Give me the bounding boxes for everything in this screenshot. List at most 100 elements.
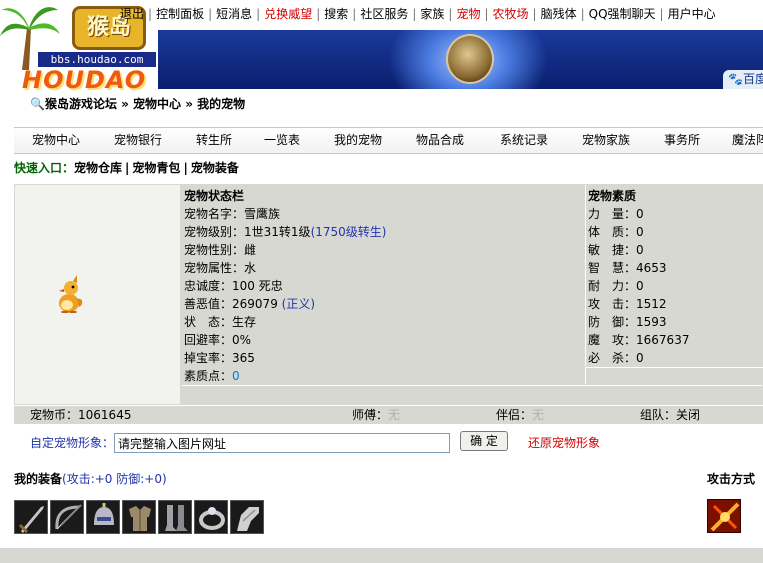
partner-value: 无 <box>532 408 545 422</box>
attributes-title: 宠物素质 <box>588 189 637 203</box>
breadcrumb-text[interactable]: 猴岛游戏论坛 » 宠物中心 » 我的宠物 <box>45 97 245 111</box>
row-pet-name: 宠物名字：雪鹰族 <box>184 205 280 223</box>
custom-image-url-input[interactable] <box>114 433 450 453</box>
nav-overview[interactable]: 一览表 <box>264 128 300 153</box>
separator: | <box>532 7 537 21</box>
quality-points-label: 素质点： <box>184 369 233 383</box>
topnav-messages[interactable]: 短消息 <box>216 7 252 21</box>
topnav-control-panel[interactable]: 控制面板 <box>156 7 204 21</box>
nav-system-log[interactable]: 系统记录 <box>500 128 548 153</box>
separator: | <box>183 161 188 175</box>
coins: 宠物币：1061645 <box>30 406 131 424</box>
logo-wordmark: HOUDAO <box>22 66 147 94</box>
separator: | <box>256 7 261 21</box>
separator: | <box>125 161 130 175</box>
attr-label: 攻 击： <box>588 297 637 311</box>
dodge-value: 0% <box>232 333 252 347</box>
nav-my-pet[interactable]: 我的宠物 <box>334 128 382 153</box>
nav-item-synthesis[interactable]: 物品合成 <box>416 128 464 153</box>
pet-sprite <box>59 275 83 313</box>
row-dodge: 回避率：0% <box>184 331 251 349</box>
pet-gender-label: 宠物性别： <box>184 243 245 257</box>
attr-row-magic-attack: 魔 攻：1667637 <box>588 331 689 349</box>
attr-label: 敏 捷： <box>588 243 637 257</box>
pet-element-value: 水 <box>244 261 257 275</box>
pet-element-label: 宠物属性： <box>184 261 245 275</box>
topnav-search[interactable]: 搜索 <box>324 7 348 21</box>
nav-pet-center[interactable]: 宠物中心 <box>32 128 80 153</box>
link-pet-equipment[interactable]: 宠物装备 <box>191 161 239 175</box>
armor-icon[interactable] <box>122 500 156 534</box>
separator: | <box>208 7 213 21</box>
row-karma: 善恶值：269079 (正义) <box>184 295 315 313</box>
row-pet-element: 宠物属性：水 <box>184 259 256 277</box>
top-navigation: 退出 | 控制面板 | 短消息 | 兑换威望 | 搜索 | 社区服务 | 家族 | 宠物 | 农牧场 | 脑残体 | Q… <box>120 6 763 22</box>
baidu-tab[interactable]: 🐾百度 <box>723 70 763 89</box>
partner: 伴侣：无 <box>496 406 544 424</box>
status-footer <box>182 385 762 403</box>
nav-magic-circle[interactable]: 魔法阵 <box>732 128 763 153</box>
master-value: 无 <box>388 408 401 422</box>
separator: | <box>316 7 321 21</box>
custom-image-label: 自定宠物形象： <box>30 436 115 450</box>
topnav-user-center[interactable]: 用户中心 <box>668 7 716 21</box>
team: 组队：关闭 <box>640 406 700 424</box>
link-pet-bag[interactable]: 宠物青包 <box>132 161 180 175</box>
state-value: 生存 <box>232 315 257 329</box>
attribute-footer <box>585 367 763 384</box>
equipment-header: 我的装备(攻击:+0 防御:+0) <box>14 470 167 488</box>
topnav-logout[interactable]: 退出 <box>120 7 144 21</box>
pet-name-label: 宠物名字： <box>184 207 245 221</box>
nav-rebirth[interactable]: 转生所 <box>196 128 232 153</box>
nav-pet-family[interactable]: 宠物家族 <box>582 128 630 153</box>
state-label: 状 态： <box>184 315 233 329</box>
attr-row-agility: 敏 捷：0 <box>588 241 644 259</box>
separator: | <box>148 7 153 21</box>
row-loyalty: 忠诚度：100 死忠 <box>184 277 283 295</box>
topnav-family[interactable]: 家族 <box>420 7 444 21</box>
separator: | <box>352 7 357 21</box>
topnav-exchange-prestige[interactable]: 兑换威望 <box>264 7 312 21</box>
master: 师傅：无 <box>352 406 400 424</box>
nav-office[interactable]: 事务所 <box>664 128 700 153</box>
link-pet-warehouse[interactable]: 宠物仓库 <box>74 161 122 175</box>
team-value: 关闭 <box>676 408 701 422</box>
helmet-icon[interactable] <box>86 500 120 534</box>
confirm-button[interactable]: 确 定 <box>460 431 508 451</box>
attr-value: 0 <box>636 207 644 221</box>
topnav-pet[interactable]: 宠物 <box>456 7 480 21</box>
fire-slash-icon[interactable] <box>707 499 741 533</box>
boots-icon[interactable] <box>158 500 192 534</box>
attr-row-critical: 必 杀：0 <box>588 349 644 367</box>
attr-value: 1512 <box>636 297 667 311</box>
header-banner: 🐾百度 <box>158 30 763 89</box>
bow-icon[interactable] <box>50 500 84 534</box>
topnav-community-services[interactable]: 社区服务 <box>360 7 408 21</box>
topnav-qq-chat[interactable]: QQ强制聊天 <box>589 7 656 21</box>
row-pet-gender: 宠物性别：雌 <box>184 241 256 259</box>
row-state: 状 态：生存 <box>184 313 256 331</box>
attr-row-strength: 力 量：0 <box>588 205 644 223</box>
row-pet-level: 宠物级别：1世31转1级(1750级转生) <box>184 223 386 241</box>
master-label: 师傅： <box>352 408 389 422</box>
drop-rate-value: 365 <box>232 351 255 365</box>
custom-image-row: 自定宠物形象： 确 定 还原宠物形象 <box>14 425 763 461</box>
equipment-title: 我的装备 <box>14 472 63 486</box>
gauntlet-icon[interactable] <box>230 500 264 534</box>
quality-points-value[interactable]: 0 <box>232 369 240 383</box>
attr-row-attack: 攻 击：1512 <box>588 295 667 313</box>
ring-icon[interactable] <box>194 500 228 534</box>
bottom-bar <box>0 548 763 563</box>
sword-icon[interactable] <box>14 500 48 534</box>
attr-row-endurance: 耐 力：0 <box>588 277 644 295</box>
search-icon: 🔍 <box>30 97 45 111</box>
topnav-brain-font[interactable]: 脑残体 <box>541 7 577 21</box>
nav-pet-bank[interactable]: 宠物银行 <box>114 128 162 153</box>
separator: | <box>412 7 417 21</box>
separator: | <box>484 7 489 21</box>
attr-value: 1667637 <box>636 333 690 347</box>
attr-value: 0 <box>636 279 644 293</box>
attr-value: 4653 <box>636 261 667 275</box>
restore-image-link[interactable]: 还原宠物形象 <box>528 434 600 452</box>
topnav-farm[interactable]: 农牧场 <box>493 7 529 21</box>
